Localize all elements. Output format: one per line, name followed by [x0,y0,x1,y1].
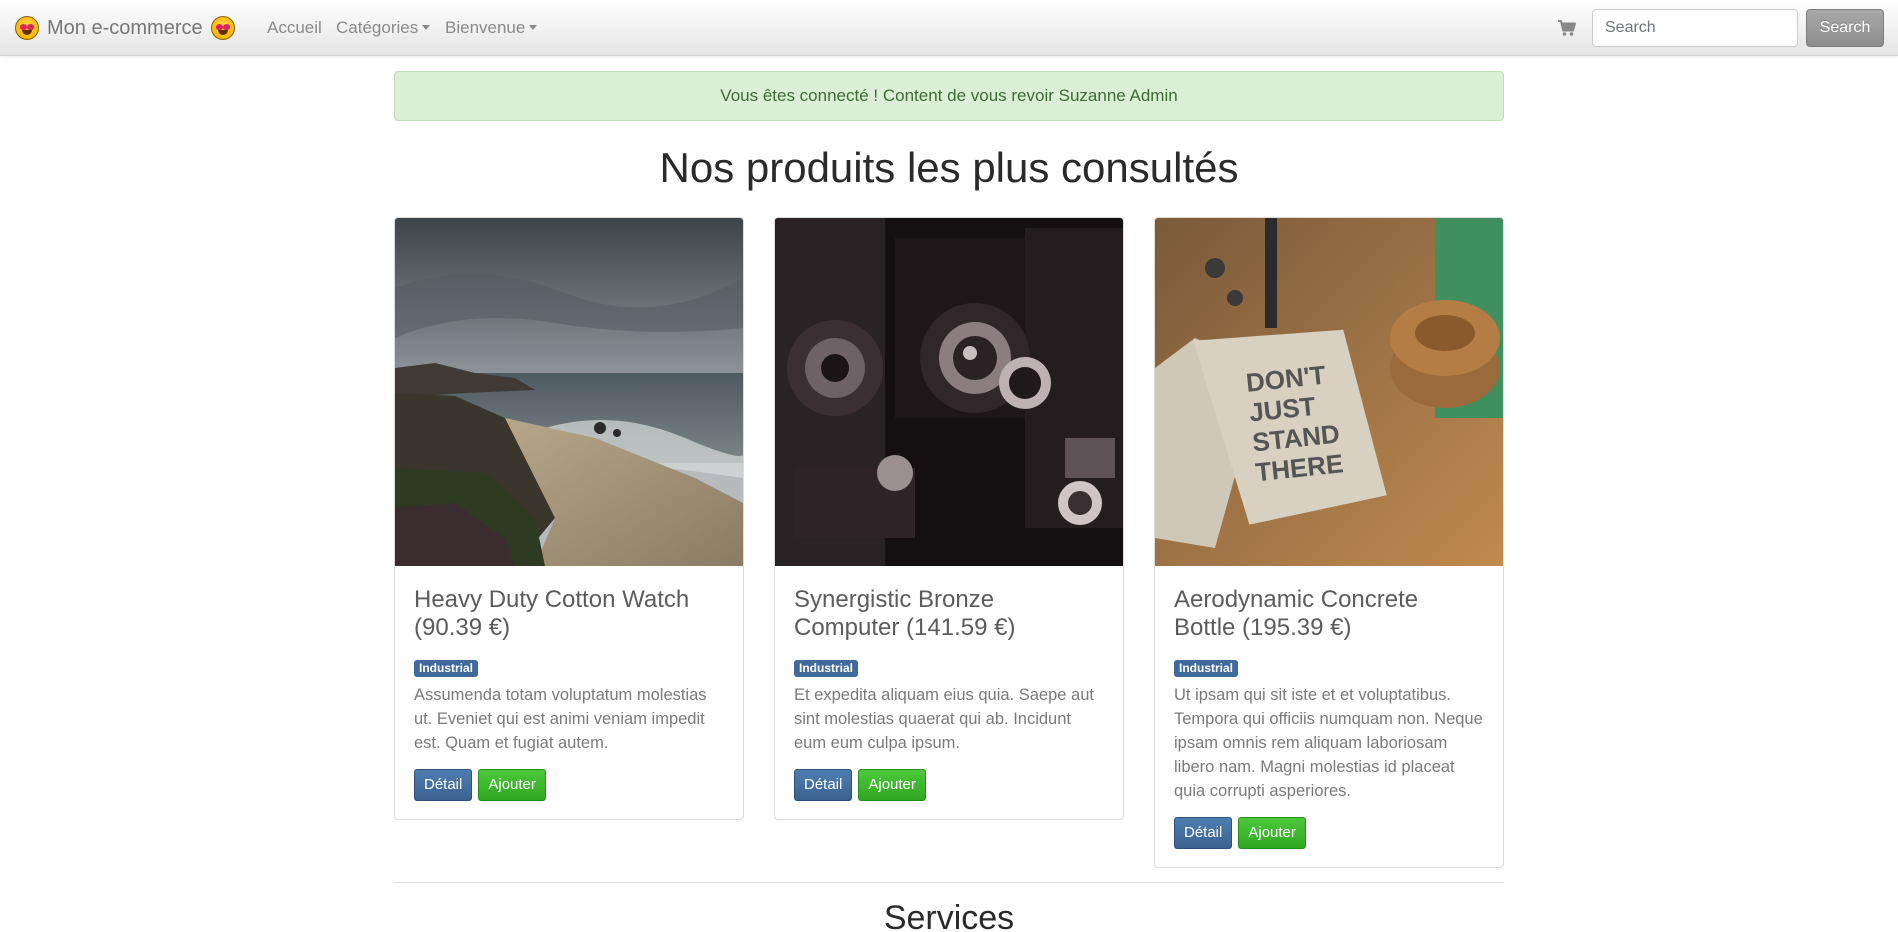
nav-dropdown-label: Catégories [336,18,419,37]
card-body: Heavy Duty Cotton Watch (90.39 €) Indust… [395,566,743,819]
product-price: (90.39 €) [414,614,511,641]
add-to-cart-button[interactable]: Ajouter [1238,817,1306,849]
page-title: Nos produits les plus consultés [659,144,1239,191]
product-title[interactable]: Heavy Duty Cotton Watch (90.39 €) [414,586,724,642]
alert-message: Vous êtes connecté ! Content de vous rev… [720,86,1178,105]
search-input[interactable] [1592,9,1798,47]
star-struck-emoji-icon [15,16,39,40]
product-image-beach [395,218,743,566]
detail-button[interactable]: Détail [794,769,853,801]
nav-link-accueil[interactable]: Accueil [267,18,322,38]
product-name: Heavy Duty Cotton Watch [414,586,690,613]
product-description: Assumenda totam voluptatum molestias ut.… [414,686,707,752]
nav-dropdown-label: Bienvenue [445,18,526,37]
section-divider [394,882,1504,883]
card-actions: Détail Ajouter [414,769,724,801]
caret-down-icon [422,25,431,30]
success-alert: Vous êtes connecté ! Content de vous rev… [394,71,1504,121]
category-badge: Industrial [1174,660,1239,677]
category-badge: Industrial [794,660,859,677]
shopping-cart-icon[interactable] [1557,18,1577,38]
card-actions: Détail Ajouter [1174,817,1484,849]
product-image-notebooks: DON'T JUST STAND THERE [1155,218,1503,566]
product-description: Et expedita aliquam eius quia. Saepe aut… [794,686,1094,752]
brand-link[interactable]: Mon e-commerce [15,14,235,42]
nav-dropdown-categories[interactable]: Catégories [336,18,431,38]
brand-name: Mon e-commerce [47,16,203,39]
add-to-cart-button[interactable]: Ajouter [478,769,546,801]
product-price: (141.59 €) [906,614,1016,641]
navbar: Mon e-commerce Accueil Catégories Bienve… [0,0,1898,56]
star-struck-emoji-icon [210,16,235,40]
product-card: Synergistic Bronze Computer (141.59 €) I… [774,217,1124,820]
detail-button[interactable]: Détail [414,769,473,801]
product-price: (195.39 €) [1242,614,1352,641]
product-image-cameras [775,218,1123,566]
product-card: Heavy Duty Cotton Watch (90.39 €) Indust… [394,217,744,820]
category-badge: Industrial [414,660,479,677]
card-body: Synergistic Bronze Computer (141.59 €) I… [775,566,1123,819]
add-to-cart-button[interactable]: Ajouter [858,769,926,801]
product-description: Ut ipsam qui sit iste et et voluptatibus… [1174,686,1483,800]
detail-button[interactable]: Détail [1174,817,1233,849]
search-button[interactable]: Search [1806,9,1884,47]
card-body: Aerodynamic Concrete Bottle (195.39 €) I… [1155,566,1503,867]
product-title[interactable]: Aerodynamic Concrete Bottle (195.39 €) [1174,586,1484,642]
services-title: Services [883,899,1015,932]
caret-down-icon [529,25,538,30]
product-card: DON'T JUST STAND THERE Aerodynamic Concr… [1154,217,1504,868]
product-title[interactable]: Synergistic Bronze Computer (141.59 €) [794,586,1104,642]
card-actions: Détail Ajouter [794,769,1104,801]
nav-dropdown-bienvenue[interactable]: Bienvenue [445,18,538,38]
